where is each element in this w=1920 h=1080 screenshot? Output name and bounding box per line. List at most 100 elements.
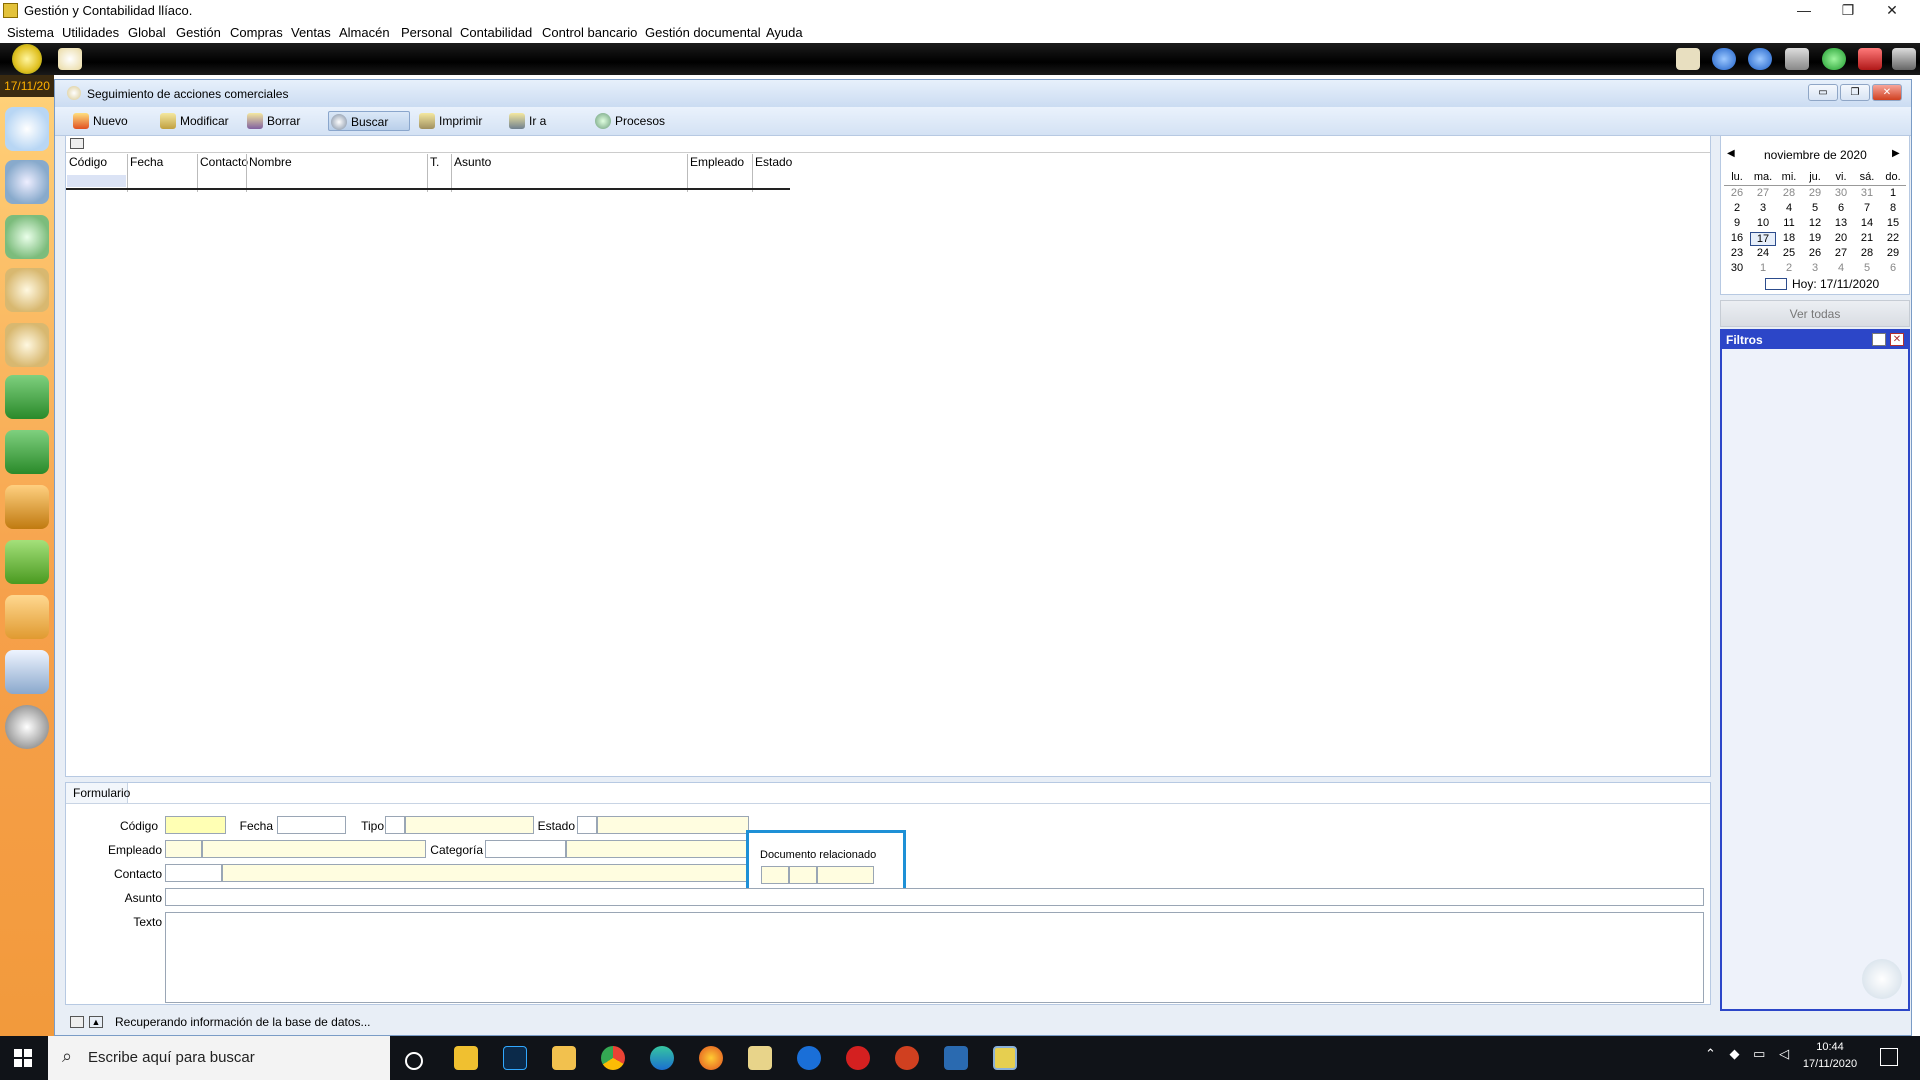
calendar-day[interactable]: 14 (1854, 217, 1880, 229)
calendar-day[interactable]: 3 (1750, 202, 1776, 214)
calendar-day[interactable]: 6 (1828, 202, 1854, 214)
facturas-icon[interactable] (5, 430, 49, 474)
column-codigo[interactable]: Código (69, 155, 107, 169)
column-fecha[interactable]: Fecha (130, 155, 163, 169)
tab-formulario[interactable]: Formulario (66, 783, 130, 803)
documento-numero-field[interactable] (817, 866, 874, 884)
ledger-icon[interactable] (5, 650, 49, 694)
menu-gestion-documental[interactable]: Gestión documental (645, 25, 761, 40)
column-asunto[interactable]: Asunto (454, 155, 491, 169)
results-grid[interactable] (65, 135, 1711, 777)
forward-arrow-icon[interactable] (1748, 48, 1772, 70)
calendar-day[interactable]: 28 (1854, 247, 1880, 259)
menu-ayuda[interactable]: Ayuda (766, 25, 803, 40)
app-icon[interactable] (748, 1046, 772, 1070)
calendar-day[interactable]: 18 (1776, 232, 1802, 244)
calendar-day[interactable]: 19 (1802, 232, 1828, 244)
nuevo-button[interactable]: Nuevo (71, 111, 151, 131)
help-icon[interactable] (1822, 48, 1846, 70)
imprimir-button[interactable]: Imprimir (417, 111, 497, 131)
user-icon[interactable] (58, 48, 82, 70)
menu-almacen[interactable]: Almacén (339, 25, 390, 40)
calendar-day[interactable]: 16 (1724, 232, 1750, 244)
calendar-day[interactable]: 26 (1802, 247, 1828, 259)
contacto-code-field[interactable] (165, 864, 222, 882)
documento-tipo-field[interactable] (761, 866, 789, 884)
tools-icon[interactable] (5, 705, 49, 749)
procesos-button[interactable]: Procesos (593, 111, 683, 131)
calendar-day[interactable]: 27 (1750, 187, 1776, 199)
close-button[interactable]: ✕ (1870, 0, 1914, 22)
calendar-day[interactable]: 7 (1854, 202, 1880, 214)
asunto-field[interactable] (165, 888, 1704, 906)
firefox-icon[interactable] (699, 1046, 723, 1070)
empleado-code-field[interactable] (165, 840, 202, 858)
taskbar-search[interactable]: ⌕ Escribe aquí para buscar (48, 1036, 390, 1080)
shopping-bag-orange-icon[interactable] (5, 595, 49, 639)
calendar-day[interactable]: 22 (1880, 232, 1906, 244)
calendar-day[interactable]: 1 (1750, 262, 1776, 274)
calendar-day[interactable]: 2 (1776, 262, 1802, 274)
calendar-day[interactable]: 28 (1776, 187, 1802, 199)
menu-contabilidad[interactable]: Contabilidad (460, 25, 532, 40)
column-estado[interactable]: Estado (755, 155, 792, 169)
restore-button[interactable]: ❐ (1826, 0, 1870, 22)
calendar-day[interactable]: 4 (1828, 262, 1854, 274)
menu-sistema[interactable]: Sistema (7, 25, 54, 40)
selected-row-cell[interactable] (67, 175, 126, 187)
documento-serie-field[interactable] (789, 866, 817, 884)
fecha-field[interactable] (277, 816, 346, 834)
menu-compras[interactable]: Compras (230, 25, 283, 40)
task-view-icon[interactable] (405, 1052, 423, 1070)
notifications-icon[interactable] (1880, 1048, 1898, 1066)
column-contacto[interactable]: Contacto (200, 155, 248, 169)
tipo-code-field[interactable] (385, 816, 405, 834)
calendar-day[interactable]: 11 (1776, 217, 1802, 229)
estado-code-field[interactable] (577, 816, 597, 834)
network-icon[interactable]: ▭ (1753, 1046, 1765, 1061)
calendar-day[interactable]: 13 (1828, 217, 1854, 229)
calendar-day[interactable]: 5 (1802, 202, 1828, 214)
calendar-day[interactable]: 12 (1802, 217, 1828, 229)
column-tipo[interactable]: T. (430, 155, 439, 169)
volume-icon[interactable]: ◁ (1779, 1046, 1789, 1061)
calendar-day[interactable]: 23 (1724, 247, 1750, 259)
menu-control-bancario[interactable]: Control bancario (542, 25, 637, 40)
menu-gestion[interactable]: Gestión (176, 25, 221, 40)
calendar-day[interactable]: 21 (1854, 232, 1880, 244)
facturas-compra-icon[interactable] (5, 485, 49, 529)
modificar-button[interactable]: Modificar (158, 111, 248, 131)
dx-icon[interactable] (846, 1046, 870, 1070)
calendar-prev-button[interactable]: ◀ (1727, 148, 1735, 159)
calendar-day[interactable]: 31 (1854, 187, 1880, 199)
photoshop-icon[interactable] (503, 1046, 527, 1070)
teamviewer-icon[interactable] (797, 1046, 821, 1070)
ir-a-button[interactable]: Ir a (507, 111, 567, 131)
status-grid-icon[interactable] (70, 1016, 84, 1028)
borrar-button[interactable]: Borrar (245, 111, 325, 131)
calendar-day[interactable]: 25 (1776, 247, 1802, 259)
dropbox-icon[interactable]: ◆ (1730, 1046, 1740, 1061)
windows-start-icon[interactable] (14, 1049, 32, 1067)
calendar-day[interactable]: 4 (1776, 202, 1802, 214)
calendar-day[interactable]: 2 (1724, 202, 1750, 214)
pedidos-icon[interactable] (5, 375, 49, 419)
pin-icon[interactable] (1872, 333, 1886, 346)
calendar-day[interactable]: 29 (1880, 247, 1906, 259)
categoria-code-field[interactable] (485, 840, 566, 858)
calendar-day[interactable]: 30 (1828, 187, 1854, 199)
calendar-day[interactable]: 1 (1880, 187, 1906, 199)
lightning-icon[interactable] (944, 1046, 968, 1070)
taskbar-clock[interactable]: 10:44 17/11/2020 (1790, 1039, 1870, 1073)
gestion-app-icon[interactable] (993, 1046, 1017, 1070)
calendar-day[interactable]: 30 (1724, 262, 1750, 274)
calendar-today[interactable]: Hoy: 17/11/2020 (1792, 277, 1879, 291)
calendar-day[interactable]: 3 (1802, 262, 1828, 274)
calendar-day[interactable]: 27 (1828, 247, 1854, 259)
texto-field[interactable] (165, 912, 1704, 1003)
client-icon[interactable] (5, 215, 49, 259)
calendar-day[interactable]: 15 (1880, 217, 1906, 229)
window-list-icon[interactable] (1785, 48, 1809, 70)
calendar-day[interactable]: 8 (1880, 202, 1906, 214)
menu-ventas[interactable]: Ventas (291, 25, 331, 40)
